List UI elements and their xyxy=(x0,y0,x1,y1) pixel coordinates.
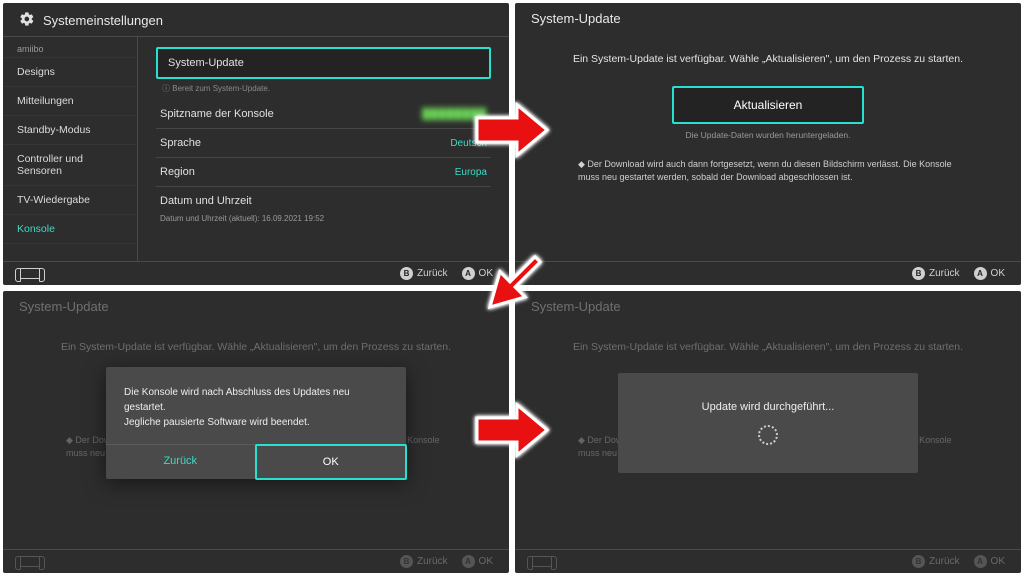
hint-back: BZurück xyxy=(912,267,960,280)
row-system-update[interactable]: System-Update xyxy=(156,47,491,79)
sidebar-item-controllers[interactable]: Controller und Sensoren xyxy=(3,145,137,186)
row-label: Datum und Uhrzeit xyxy=(160,195,252,207)
titlebar: System-Update xyxy=(515,3,1021,28)
settings-sidebar: amiibo Designs Mitteilungen Standby-Modu… xyxy=(3,37,138,261)
sidebar-item-standby[interactable]: Standby-Modus xyxy=(3,116,137,145)
hint-back: BZurück xyxy=(400,555,448,568)
datetime-current: Datum und Uhrzeit (aktuell): 16.09.2021 … xyxy=(160,210,324,223)
switch-console-icon xyxy=(19,556,41,567)
panel-update-confirm: System-Update Ein System-Update ist verf… xyxy=(3,291,509,573)
footer: BZurück AOK xyxy=(3,549,509,573)
gear-icon xyxy=(19,11,35,30)
switch-console-icon xyxy=(531,556,553,567)
dialog-back-button[interactable]: Zurück xyxy=(106,445,256,479)
row-value: Europa xyxy=(455,167,487,178)
titlebar: System-Update xyxy=(3,291,509,316)
hint-ok: AOK xyxy=(462,555,493,568)
titlebar: Systemeinstellungen xyxy=(3,3,509,37)
update-message: Ein System-Update ist verfügbar. Wähle „… xyxy=(573,52,963,68)
switch-console-icon xyxy=(19,268,41,279)
hint-ok: AOK xyxy=(974,267,1005,280)
sidebar-item-tv[interactable]: TV-Wiedergabe xyxy=(3,186,137,215)
update-message: Ein System-Update ist verfügbar. Wähle „… xyxy=(61,340,451,356)
panel-updating: System-Update Ein System-Update ist verf… xyxy=(515,291,1021,573)
progress-text: Update wird durchgeführt... xyxy=(702,401,835,413)
arrow-right-icon xyxy=(472,400,552,460)
dialog-body: Die Konsole wird nach Abschluss des Upda… xyxy=(106,367,406,444)
sidebar-item-amiibo[interactable]: amiibo xyxy=(3,41,137,58)
dialog-ok-button[interactable]: OK xyxy=(255,444,408,480)
row-language[interactable]: Sprache Deutsch xyxy=(156,129,491,158)
system-update-sublabel: Bereit zum System-Update. xyxy=(156,81,491,100)
hint-ok: AOK xyxy=(974,555,1005,568)
page-title: Systemeinstellungen xyxy=(43,13,163,28)
settings-content: System-Update Bereit zum System-Update. … xyxy=(138,37,509,261)
update-button[interactable]: Aktualisieren xyxy=(672,86,865,124)
arrow-down-left-icon xyxy=(480,252,550,322)
hint-back: BZurück xyxy=(912,555,960,568)
footer: BZurück AOK xyxy=(515,261,1021,285)
footer: BZurück AOK xyxy=(3,261,509,285)
confirm-dialog: Die Konsole wird nach Abschluss des Upda… xyxy=(106,367,406,479)
dialog-line2: Jegliche pausierte Software wird beendet… xyxy=(124,415,388,430)
dialog-line1: Die Konsole wird nach Abschluss des Upda… xyxy=(124,385,388,415)
panel-system-update: System-Update Ein System-Update ist verf… xyxy=(515,3,1021,285)
update-message: Ein System-Update ist verfügbar. Wähle „… xyxy=(573,340,963,356)
progress-dialog: Update wird durchgeführt... xyxy=(618,373,918,473)
sidebar-item-console[interactable]: Konsole xyxy=(3,215,137,244)
download-note: Der Download wird auch dann fortgesetzt,… xyxy=(578,158,958,185)
row-label: Region xyxy=(160,166,195,178)
row-region[interactable]: Region Europa xyxy=(156,158,491,187)
page-title: System-Update xyxy=(531,11,621,26)
row-nickname[interactable]: Spitzname der Konsole ████████ xyxy=(156,100,491,129)
row-datetime[interactable]: Datum und Uhrzeit Datum und Uhrzeit (akt… xyxy=(156,187,491,231)
page-title: System-Update xyxy=(19,299,109,314)
panel-system-settings: Systemeinstellungen amiibo Designs Mitte… xyxy=(3,3,509,285)
sidebar-item-designs[interactable]: Designs xyxy=(3,58,137,87)
sidebar-item-notifications[interactable]: Mitteilungen xyxy=(3,87,137,116)
downloaded-hint: Die Update-Daten wurden heruntergeladen. xyxy=(686,130,851,140)
spinner-icon xyxy=(758,425,778,445)
hint-back: BZurück xyxy=(400,267,448,280)
row-label: Sprache xyxy=(160,137,201,149)
row-label: System-Update xyxy=(168,57,244,69)
arrow-right-icon xyxy=(472,100,552,160)
row-label: Spitzname der Konsole xyxy=(160,108,274,120)
footer: BZurück AOK xyxy=(515,549,1021,573)
titlebar: System-Update xyxy=(515,291,1021,316)
